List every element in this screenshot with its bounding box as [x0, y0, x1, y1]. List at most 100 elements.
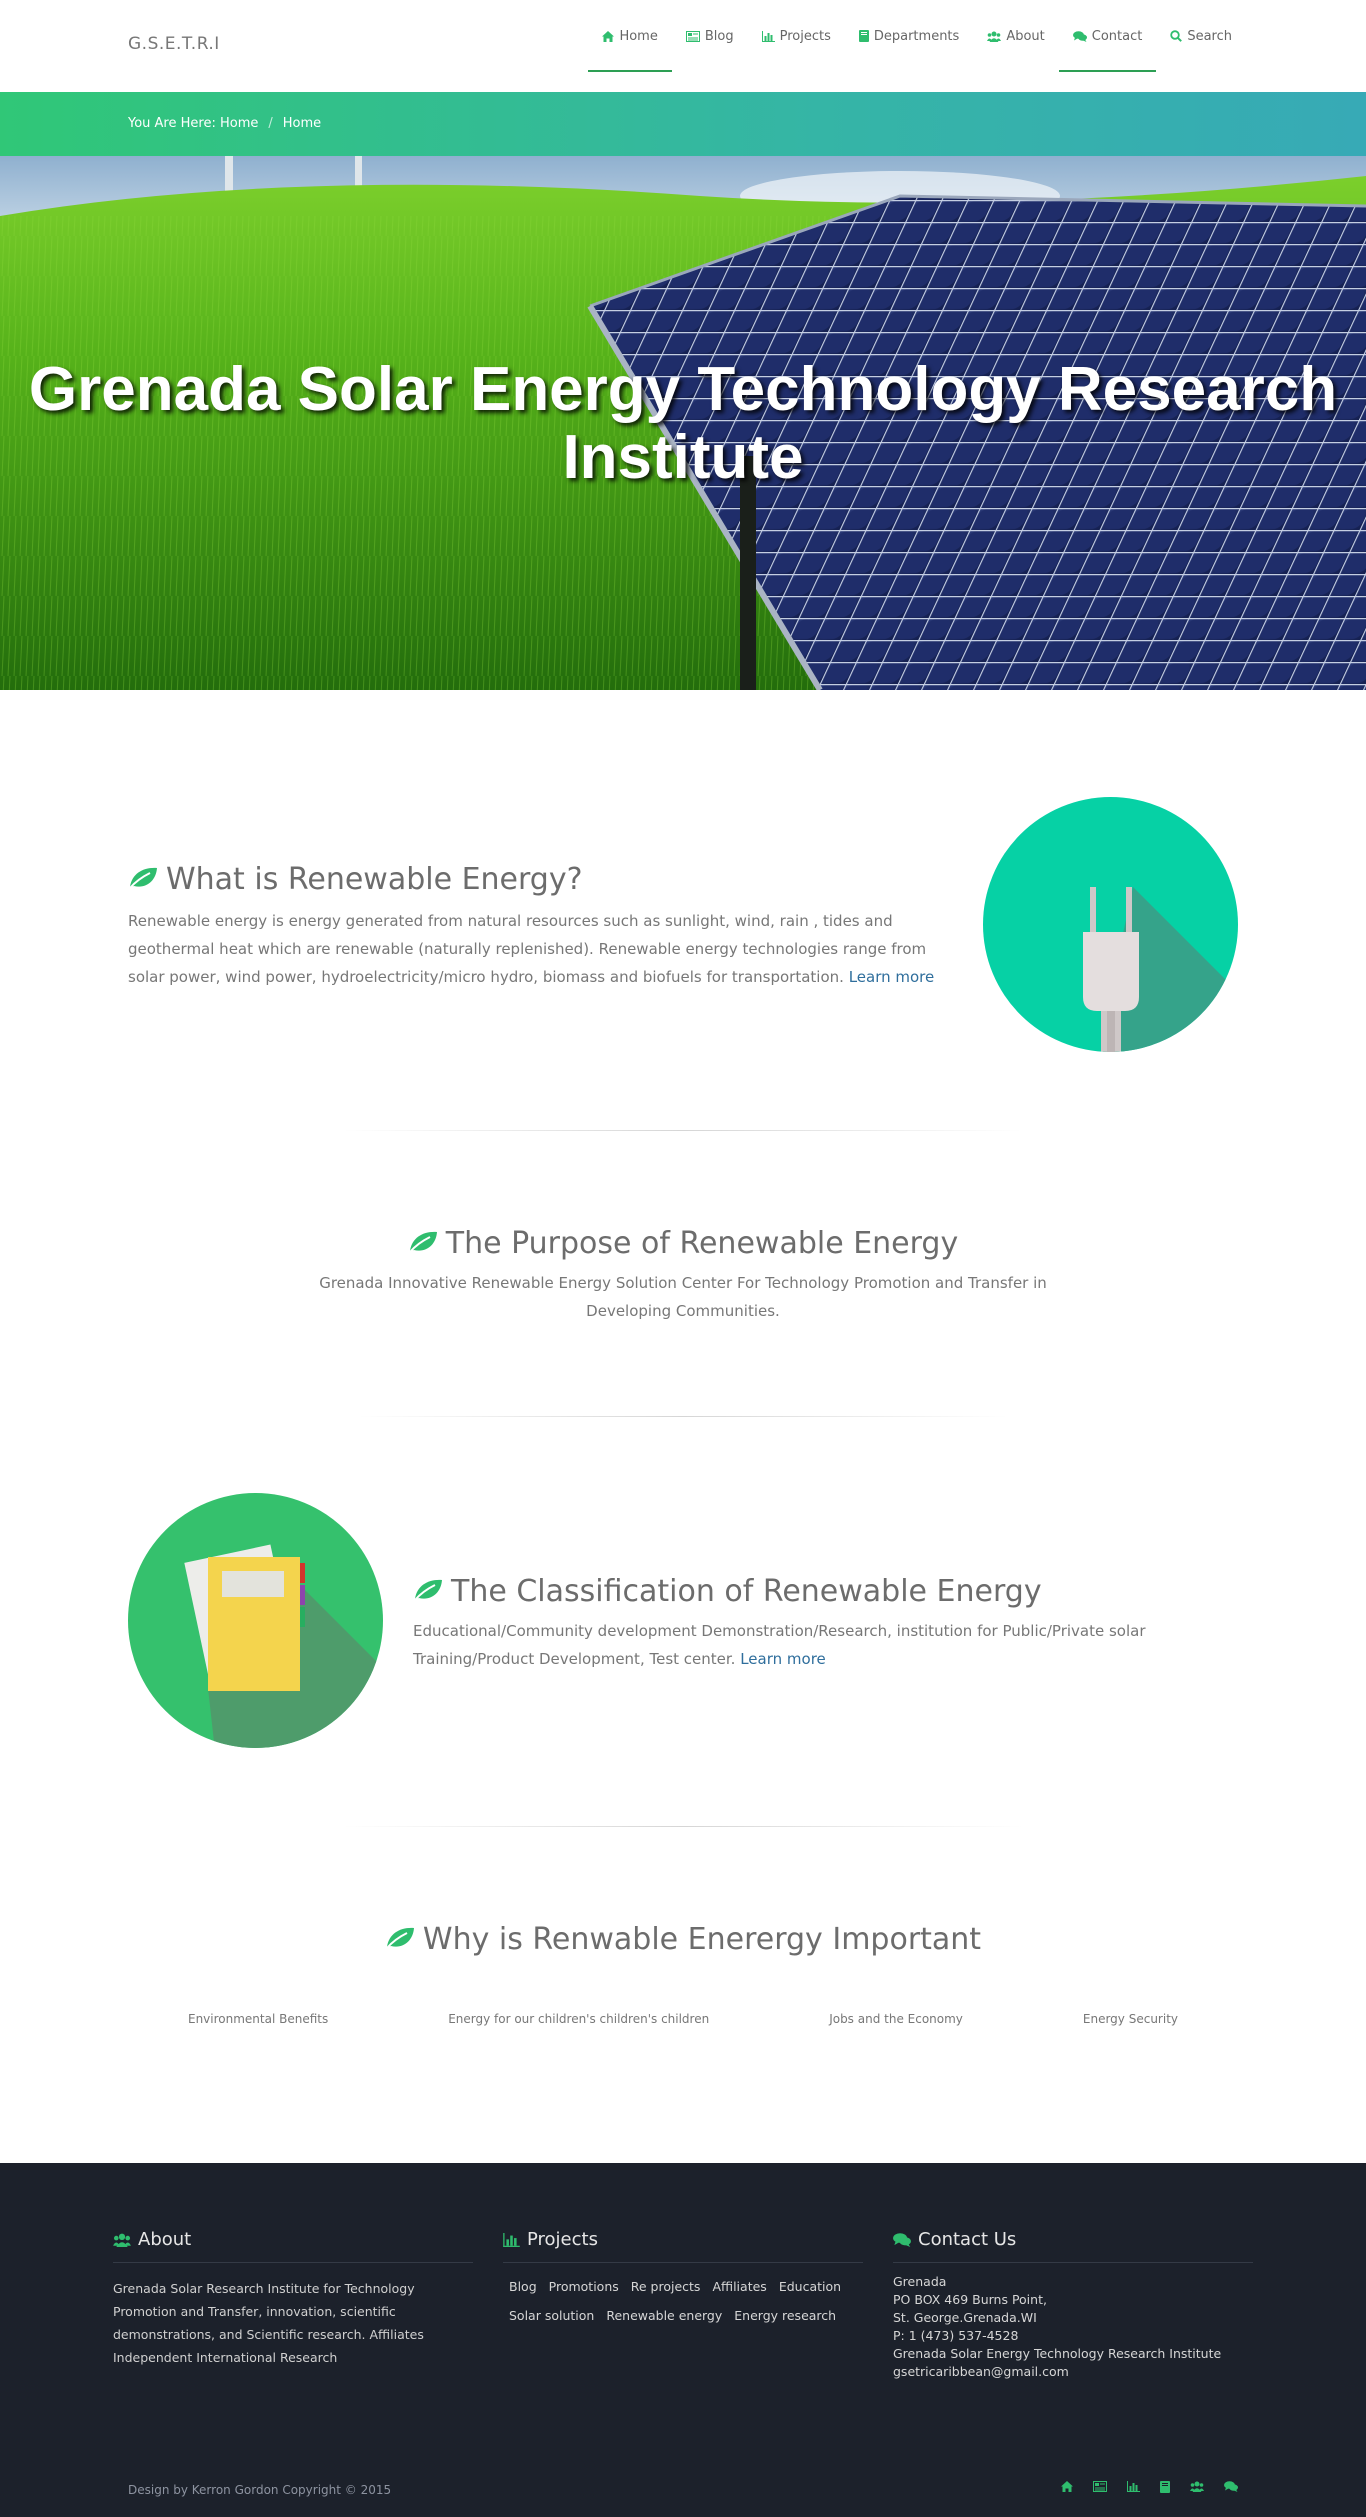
footer-about-text: Grenada Solar Research Institute for Tec…	[113, 2281, 424, 2365]
hero-banner: Grenada Solar Energy Technology Research…	[0, 156, 1366, 690]
contact-phone: P: 1 (473) 537-4528	[893, 2328, 1019, 2343]
users-icon	[987, 31, 1002, 42]
nav-item-departments[interactable]: Departments	[845, 0, 973, 72]
section-title-text: What is Renewable Energy?	[166, 862, 583, 897]
section-classification: The Classification of Renewable Energy E…	[413, 1574, 1213, 1673]
footer-projects-title: Projects	[503, 2229, 863, 2263]
book-icon[interactable]	[1160, 2481, 1170, 2493]
bar-chart-icon	[503, 2232, 520, 2247]
breadcrumb-separator: /	[268, 116, 273, 131]
footer-tag-energy-research[interactable]: Energy research	[734, 2306, 836, 2325]
home-icon	[602, 30, 615, 42]
nav-item-home[interactable]: Home	[588, 0, 673, 72]
footer-heading: Projects	[527, 2229, 598, 2250]
nav-label: Projects	[779, 28, 831, 44]
nav-item-about[interactable]: About	[973, 0, 1058, 72]
comments-icon[interactable]	[1224, 2481, 1238, 2493]
section-title: What is Renewable Energy?	[128, 862, 948, 897]
plug-illustration	[983, 797, 1238, 1052]
footer-tag-promotions[interactable]: Promotions	[549, 2277, 619, 2296]
hero-title: Grenada Solar Energy Technology Research…	[28, 355, 1338, 492]
nav-label: Contact	[1091, 28, 1143, 44]
nav-label: About	[1006, 28, 1045, 44]
footer-tag-blog[interactable]: Blog	[509, 2277, 537, 2296]
book-icon	[858, 30, 869, 42]
main-nav: Home Blog Projects Departments About Con…	[588, 0, 1246, 72]
nav-label: Departments	[873, 28, 960, 44]
footer-tag-re-projects[interactable]: Re projects	[631, 2277, 701, 2296]
section-title-text: The Classification of Renewable Energy	[451, 1574, 1042, 1609]
notebook-illustration	[128, 1493, 383, 1748]
section-divider	[358, 1416, 1008, 1417]
comments-icon	[1072, 30, 1087, 42]
section-title: The Classification of Renewable Energy	[413, 1574, 1213, 1609]
breadcrumb-bar: You Are Here: Home / Home	[0, 92, 1366, 156]
contact-line: PO BOX 469 Burns Point,	[893, 2292, 1047, 2307]
leaf-icon	[413, 1574, 443, 1609]
section-title: The Purpose of Renewable Energy	[283, 1226, 1083, 1261]
home-icon[interactable]	[1061, 2481, 1073, 2493]
footer-tag-renewable-energy[interactable]: Renewable energy	[606, 2306, 722, 2325]
newspaper-icon[interactable]	[1093, 2481, 1107, 2493]
footer-nav-icons	[1061, 2481, 1238, 2493]
footer-contact-details: Grenada PO BOX 469 Burns Point, St. Geor…	[893, 2273, 1253, 2381]
users-icon	[113, 2233, 131, 2247]
benefits-list: Environmental Benefits Energy for our ch…	[128, 2012, 1238, 2026]
footer: About Grenada Solar Research Institute f…	[0, 2163, 1366, 2517]
nav-item-contact[interactable]: Contact	[1058, 0, 1157, 72]
footer-about-title: About	[113, 2229, 473, 2263]
benefit-environmental[interactable]: Environmental Benefits	[188, 2012, 328, 2026]
section-title: Why is Renwable Enerergy Important	[283, 1922, 1083, 1957]
bar-chart-icon	[761, 30, 775, 42]
footer-contact: Contact Us Grenada PO BOX 469 Burns Poin…	[893, 2229, 1253, 2381]
section-body: Educational/Community development Demons…	[413, 1617, 1213, 1673]
nav-label: Search	[1187, 28, 1232, 44]
section-divider	[343, 1826, 1023, 1827]
section-divider	[343, 1130, 1023, 1131]
section-title-text: The Purpose of Renewable Energy	[445, 1226, 959, 1261]
learn-more-link[interactable]: Learn more	[740, 1650, 826, 1668]
contact-line: St. George.Grenada.WI	[893, 2310, 1037, 2325]
search-icon	[1170, 30, 1183, 42]
benefit-energy-security[interactable]: Energy Security	[1083, 2012, 1178, 2026]
section-body: Grenada Innovative Renewable Energy Solu…	[319, 1274, 1047, 1320]
leaf-icon	[408, 1226, 438, 1261]
contact-line: Grenada	[893, 2274, 947, 2289]
breadcrumb: You Are Here: Home / Home	[128, 116, 321, 131]
nav-label: Home	[619, 28, 658, 44]
leaf-icon	[128, 862, 158, 897]
breadcrumb-home-link[interactable]: You Are Here: Home	[128, 116, 258, 131]
comments-icon	[893, 2232, 911, 2247]
breadcrumb-current: Home	[282, 116, 322, 131]
bar-chart-icon[interactable]	[1127, 2481, 1140, 2493]
section-title-text: Why is Renwable Enerergy Important	[422, 1922, 982, 1957]
users-icon[interactable]	[1190, 2481, 1204, 2493]
footer-projects: Projects Blog Promotions Re projects Aff…	[503, 2229, 863, 2325]
navbar: G.S.E.T.R.I Home Blog Projects Departmen…	[0, 0, 1366, 92]
nav-item-blog[interactable]: Blog	[672, 0, 748, 72]
section-purpose: The Purpose of Renewable Energy Grenada …	[283, 1226, 1083, 1325]
nav-item-projects[interactable]: Projects	[748, 0, 845, 72]
section-why-important: Why is Renwable Enerergy Important	[283, 1922, 1083, 1957]
contact-email[interactable]: gsetricaribbean@gmail.com	[893, 2363, 1253, 2381]
nav-label: Blog	[704, 28, 734, 44]
learn-more-link[interactable]: Learn more	[849, 968, 935, 986]
footer-tag-solar-solution[interactable]: Solar solution	[509, 2306, 594, 2325]
footer-heading: Contact Us	[918, 2229, 1017, 2250]
contact-line: Grenada Solar Energy Technology Research…	[893, 2346, 1222, 2361]
benefit-children[interactable]: Energy for our children's children's chi…	[448, 2012, 709, 2026]
footer-project-tags: Blog Promotions Re projects Affiliates E…	[503, 2277, 863, 2325]
nav-item-search[interactable]: Search	[1156, 0, 1246, 72]
footer-heading: About	[138, 2229, 192, 2250]
footer-tag-education[interactable]: Education	[779, 2277, 841, 2296]
benefit-jobs-economy[interactable]: Jobs and the Economy	[829, 2012, 963, 2026]
leaf-icon	[385, 1922, 415, 1957]
section-what-is-renewable: What is Renewable Energy? Renewable ener…	[128, 862, 948, 991]
section-body-text: Renewable energy is energy generated fro…	[128, 912, 927, 986]
brand-logo[interactable]: G.S.E.T.R.I	[128, 34, 220, 54]
footer-contact-title: Contact Us	[893, 2229, 1253, 2263]
footer-tag-affiliates[interactable]: Affiliates	[712, 2277, 766, 2296]
section-body: Renewable energy is energy generated fro…	[128, 907, 948, 991]
copyright: Design by Kerron Gordon Copyright © 2015	[128, 2483, 392, 2497]
newspaper-icon	[685, 30, 700, 42]
